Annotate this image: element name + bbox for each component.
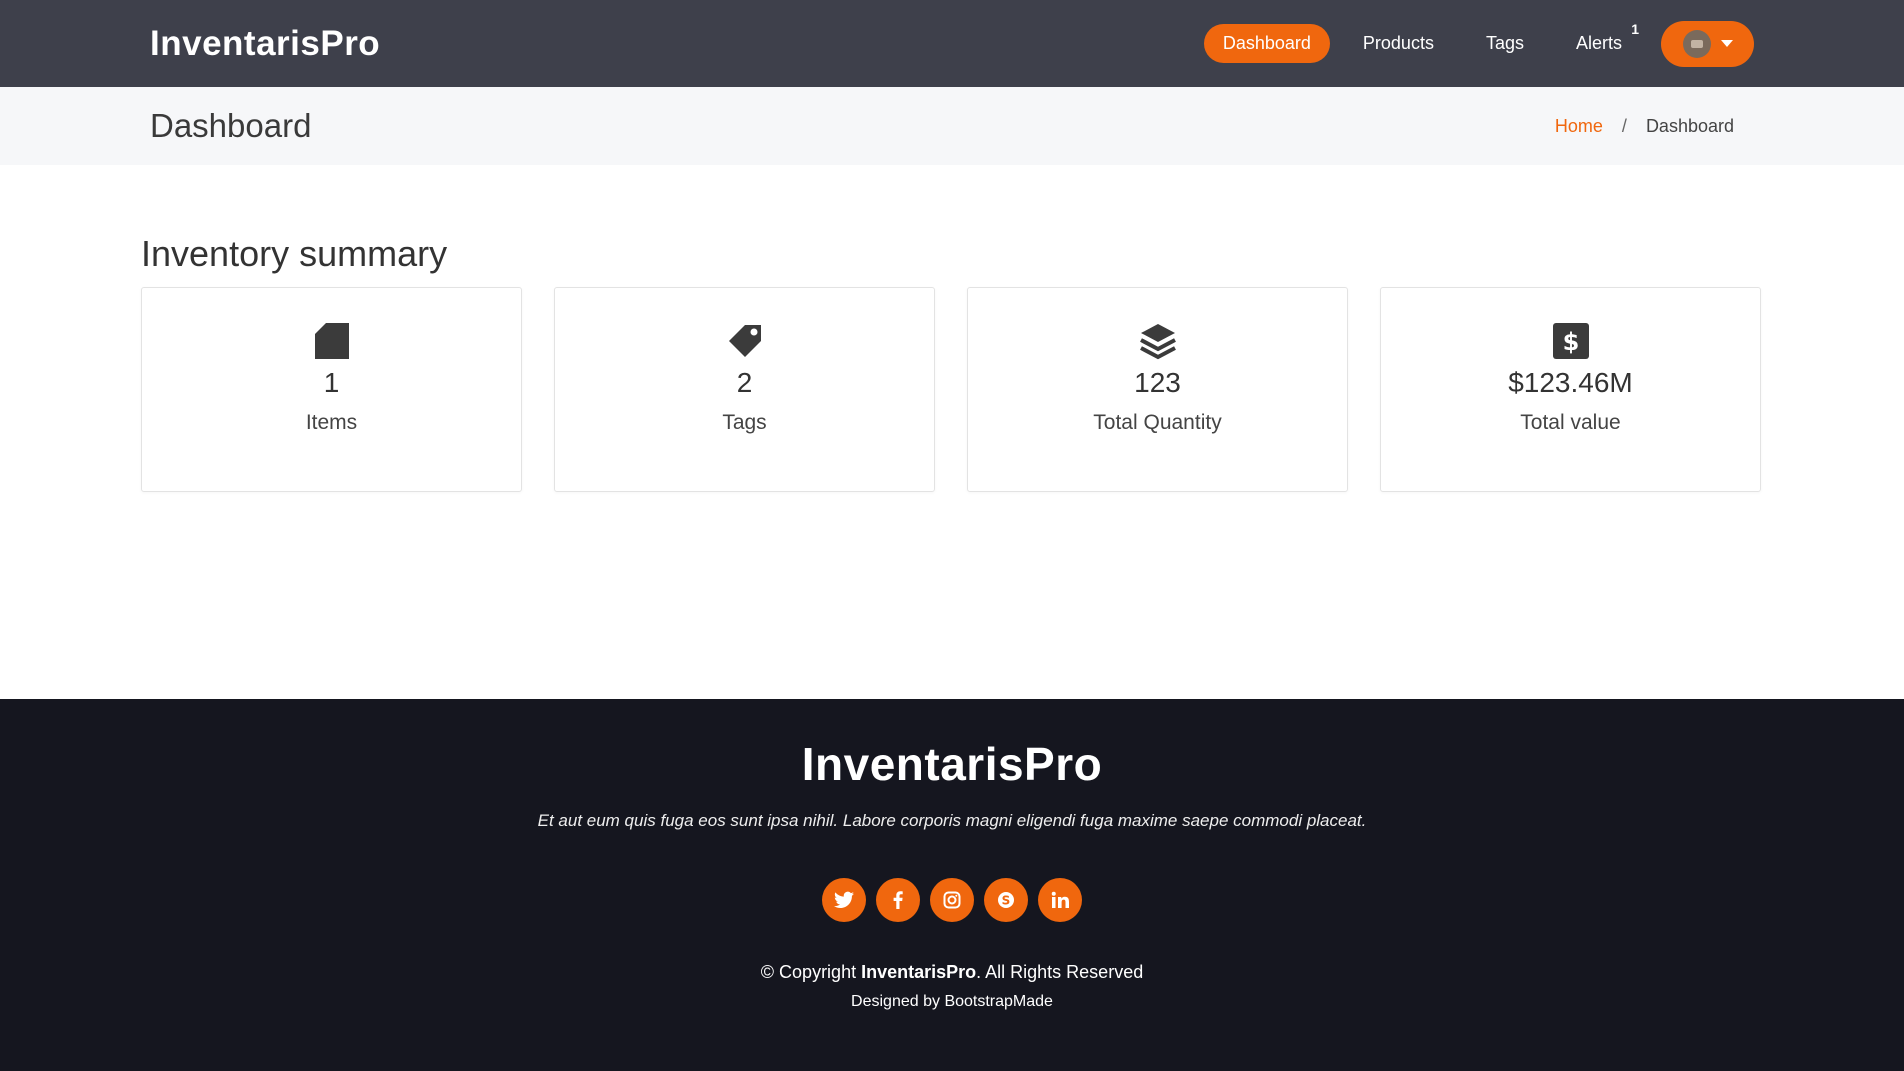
total-value-amount: $123.46M bbox=[1508, 367, 1633, 398]
copyright-brand: InventarisPro bbox=[861, 962, 977, 982]
nav-alerts-label: Alerts bbox=[1575, 33, 1622, 53]
svg-text:S: S bbox=[1002, 894, 1011, 908]
facebook-icon[interactable] bbox=[876, 878, 920, 922]
items-label: Items bbox=[305, 411, 358, 434]
layers-icon bbox=[1138, 321, 1178, 361]
breadcrumb-current: Dashboard bbox=[1645, 115, 1734, 136]
twitter-icon[interactable] bbox=[822, 878, 866, 922]
section-title: Inventory summary bbox=[141, 233, 448, 274]
breadcrumb-home[interactable]: Home bbox=[1555, 116, 1603, 136]
instagram-icon[interactable] bbox=[930, 878, 974, 922]
breadcrumb: Home / Dashboard bbox=[1555, 116, 1734, 137]
skype-icon[interactable]: S bbox=[984, 878, 1028, 922]
nav-dashboard[interactable]: Dashboard bbox=[1203, 24, 1330, 63]
total-quantity-label: Total Quantity bbox=[1093, 411, 1222, 434]
summary-card-tags: 2 Tags bbox=[554, 287, 935, 492]
nav-tags[interactable]: Tags bbox=[1467, 24, 1543, 63]
file-icon bbox=[312, 321, 352, 361]
svg-text:$: $ bbox=[1562, 328, 1579, 356]
tag-icon bbox=[725, 321, 765, 361]
copyright-prefix: © Copyright bbox=[760, 962, 862, 982]
summary-card-items: 1 Items bbox=[141, 287, 522, 492]
tags-label: Tags bbox=[722, 411, 767, 434]
total-value-label: Total value bbox=[1520, 411, 1621, 434]
credits: Designed by BootstrapMade bbox=[851, 993, 1053, 1010]
footer-brand: InventarisPro bbox=[801, 738, 1103, 790]
brand-logo[interactable]: InventarisPro bbox=[150, 24, 380, 64]
linkedin-icon[interactable] bbox=[1038, 878, 1082, 922]
page-title: Dashboard bbox=[150, 107, 312, 144]
footer: InventarisPro Et aut eum quis fuga eos s… bbox=[0, 699, 1904, 1071]
avatar bbox=[1682, 29, 1711, 58]
dollar-icon: $ bbox=[1551, 321, 1591, 361]
main-nav: Dashboard Products Tags Alerts 1 bbox=[1203, 20, 1754, 67]
summary-card-quantity: 123 Total Quantity bbox=[967, 287, 1348, 492]
alerts-count-badge: 1 bbox=[1631, 21, 1639, 37]
copyright-suffix: . All Rights Reserved bbox=[976, 962, 1144, 982]
social-links: S bbox=[0, 878, 1904, 922]
top-navbar: InventarisPro Dashboard Products Tags Al… bbox=[0, 0, 1904, 87]
footer-description: Et aut eum quis fuga eos sunt ipsa nihil… bbox=[537, 811, 1367, 830]
nav-alerts[interactable]: Alerts 1 bbox=[1557, 21, 1641, 63]
page-header: Dashboard Home / Dashboard bbox=[0, 87, 1904, 165]
copyright: © Copyright InventarisPro. All Rights Re… bbox=[0, 962, 1904, 983]
chevron-down-icon bbox=[1720, 40, 1733, 47]
nav-products[interactable]: Products bbox=[1344, 24, 1453, 63]
total-quantity-value: 123 bbox=[1134, 367, 1181, 398]
summary-cards: 1 Items 2 Tags 123 Total Quantity $ $123… bbox=[141, 287, 1763, 492]
items-count: 1 bbox=[323, 367, 340, 398]
breadcrumb-separator: / bbox=[1621, 115, 1627, 136]
summary-card-value: $ $123.46M Total value bbox=[1380, 287, 1761, 492]
tags-count: 2 bbox=[736, 367, 753, 398]
user-menu-button[interactable] bbox=[1661, 20, 1754, 67]
main-content: Inventory summary 1 Items 2 Tags 123 Tot… bbox=[0, 165, 1904, 699]
